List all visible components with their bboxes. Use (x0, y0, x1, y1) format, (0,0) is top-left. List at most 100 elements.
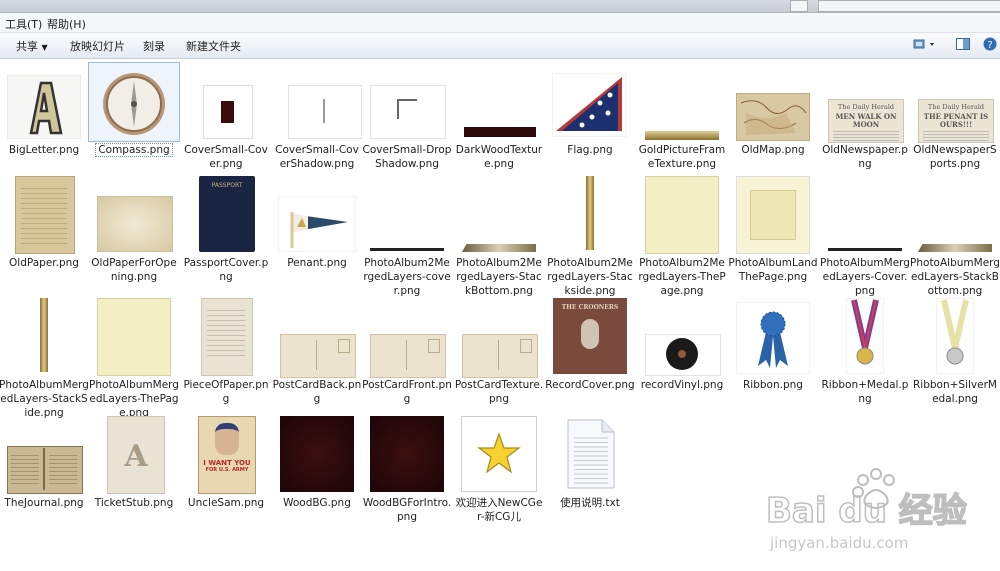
silver-medal-icon (910, 298, 1000, 376)
file-name-label: recordVinyl.png (640, 379, 724, 391)
uncle-sam-main-text: I WANT YOU (203, 459, 251, 467)
burn-button[interactable]: 刻录 (143, 38, 165, 54)
slideshow-button[interactable]: 放映幻灯片 (70, 38, 125, 54)
file-name-label: TheJournal.png (4, 497, 84, 509)
file-name-label: Penant.png (287, 257, 347, 269)
old-map-icon (728, 63, 818, 141)
baidu-watermark: Bai du 经验 jingyan.baidu.com (765, 468, 967, 552)
share-button[interactable]: 共享 ▼ (16, 38, 48, 54)
file-name-label: PhotoAlbumMergedLayers-StackBottom.png (910, 257, 1000, 297)
cream-page-icon (89, 298, 179, 376)
postcard-icon (454, 298, 544, 378)
uncle-sam-icon: I WANT YOU FOR U.S. ARMY (181, 416, 271, 494)
passport-text: PASSPORT (199, 176, 255, 252)
watermark-brand: Bai du 经验 (766, 491, 967, 531)
watermark-url: jingyan.baidu.com (769, 534, 908, 552)
file-name-label: OldPaperForOpening.png (91, 257, 177, 283)
search-box-edge (818, 0, 1000, 12)
help-button[interactable]: ? (983, 37, 997, 54)
cover-shadow-icon (272, 63, 362, 141)
preview-pane-button[interactable] (956, 38, 970, 53)
passport-icon: PASSPORT (181, 176, 271, 254)
file-name-label: PhotoAlbumLandThePage.png (728, 257, 818, 283)
gold-medal-icon (820, 298, 910, 376)
file-name-label: TicketStub.png (94, 497, 174, 509)
cover-small-icon (181, 63, 271, 141)
file-name-label: Flag.png (567, 144, 613, 156)
file-name-label: 使用说明.txt (560, 497, 620, 509)
file-name-label: CoverSmall-Cover.png (184, 144, 268, 170)
new-folder-button[interactable]: 新建文件夹 (186, 38, 241, 54)
stack-bottom-icon (910, 176, 1000, 254)
paper-opening-icon (89, 176, 179, 254)
vinyl-icon (637, 298, 727, 376)
postcard-icon (272, 298, 362, 378)
compass-icon (88, 62, 180, 142)
ribbon-icon (728, 298, 818, 376)
menu-help[interactable]: 帮助(H) (47, 16, 86, 32)
gold-vertical-icon (545, 176, 635, 254)
file-name-label: PhotoAlbum2MergedLayers-cover.png (363, 257, 451, 297)
file-name-label: CoverSmall-DropShadow.png (362, 144, 452, 170)
cream-page-framed-icon (728, 176, 818, 254)
file-name-label: OldNewspaperSports.png (913, 144, 997, 170)
file-name-label: PostCardTexture.png (454, 379, 544, 405)
newspaper-headline: MEN WALK ON MOON (835, 112, 897, 129)
menu-tools[interactable]: 工具(T) (5, 16, 42, 32)
file-name-label: UncleSam.png (187, 497, 265, 509)
menu-bar: 工具(T) 帮助(H) (0, 13, 1000, 33)
file-name-label: OldPaper.png (9, 257, 79, 269)
journal-icon (0, 416, 89, 494)
text-file-icon (545, 416, 635, 494)
command-toolbar: 共享 ▼ 放映幻灯片 刻录 新建文件夹 ? (0, 33, 1000, 59)
old-paper-icon (0, 176, 89, 254)
file-name-label: CoverSmall-CoverShadow.png (275, 144, 359, 170)
file-name-label: Compass.png (89, 143, 179, 157)
scroll-box (790, 0, 808, 12)
newspaper-sports-icon: The Daily Herald THE PENANT IS OURS!!! (910, 63, 1000, 143)
file-name-label: OldMap.png (741, 144, 805, 156)
file-name-label: PhotoAlbum2MergedLayers-Stackside.png (547, 257, 633, 297)
file-name-label: Ribbon+SilverMedal.png (913, 379, 997, 405)
gold-strip-icon (637, 63, 727, 141)
view-options-button[interactable] (913, 39, 939, 53)
file-name-label: PhotoAlbumMergedLayers-Cover.png (820, 257, 910, 297)
file-name-label: PassportCover.png (183, 257, 269, 283)
star-shortcut-icon (454, 416, 544, 494)
wood-bg-icon (272, 416, 362, 494)
wood-bg-icon (362, 416, 452, 494)
file-name-label: PhotoAlbumMergedLayers-StackSide.png (0, 379, 89, 419)
file-name-label: GoldPictureFrameTexture.png (638, 144, 726, 170)
flag-icon (545, 63, 635, 141)
uncle-sam-sub-text: FOR U.S. ARMY (205, 467, 249, 473)
preview-pane-icon (956, 38, 970, 50)
file-name-label: PhotoAlbum2MergedLayers-ThePage.png (638, 257, 726, 297)
postcard-icon (362, 298, 452, 378)
newspaper-title: The Daily Herald (837, 103, 895, 111)
gold-vertical-icon (0, 298, 89, 376)
file-name-label: Ribbon+Medal.png (821, 379, 909, 405)
share-label: 共享 (16, 40, 38, 53)
file-name-label: RecordCover.png (545, 379, 635, 391)
file-name-label: PieceOfPaper.png (183, 379, 269, 405)
file-name-label: PhotoAlbum2MergedLayers-StackBottom.png (456, 257, 542, 297)
record-cover-text: THE CROONERS (553, 298, 627, 374)
file-name-label: BigLetter.png (8, 144, 80, 156)
file-name-label: PostCardBack.png (272, 379, 362, 405)
piece-of-paper-icon (181, 298, 271, 376)
file-name-label: PhotoAlbumMergedLayers-ThePage.png (89, 379, 179, 419)
file-name-label: OldNewspaper.png (822, 144, 908, 170)
file-name-label: PostCardFront.png (362, 379, 452, 405)
newspaper-icon: The Daily Herald MEN WALK ON MOON (820, 63, 910, 143)
ticket-stub-icon: A (89, 416, 179, 494)
file-name-label: Ribbon.png (743, 379, 803, 391)
thin-line-icon (362, 176, 452, 254)
file-name-label: WoodBGForIntro.png (362, 497, 452, 523)
thin-line-icon (820, 176, 910, 254)
help-icon: ? (983, 37, 997, 51)
file-name-label: DarkWoodTexture.png (455, 144, 543, 170)
file-name-label: 欢迎进入NewCGer-新CG儿 (455, 497, 543, 523)
newspaper-title: The Daily Herald (927, 103, 985, 111)
stack-bottom-icon (454, 176, 544, 254)
file-name-label: WoodBG.png (283, 497, 351, 509)
